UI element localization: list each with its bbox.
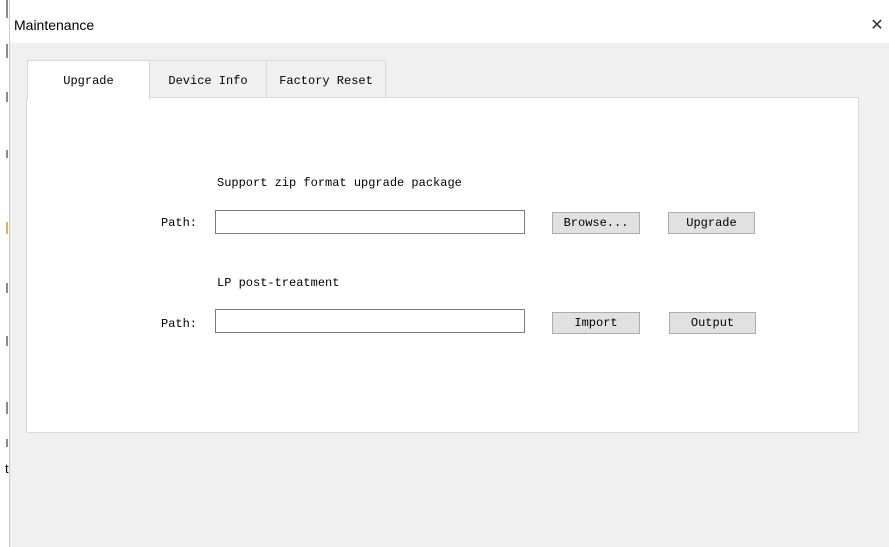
- window-title: Maintenance: [14, 17, 95, 33]
- lp-path-input[interactable]: [215, 309, 525, 333]
- edge-mark: [6, 283, 8, 293]
- tab-upgrade[interactable]: Upgrade: [27, 60, 150, 99]
- maintenance-dialog: Maintenance ✕ Upgrade Device Info Factor…: [9, 0, 889, 547]
- title-bar: Maintenance ✕: [10, 0, 889, 43]
- import-button[interactable]: Import: [552, 312, 640, 334]
- tab-device-info[interactable]: Device Info: [149, 60, 267, 97]
- upgrade-path-label: Path:: [161, 216, 198, 230]
- edge-mark: [6, 402, 8, 414]
- upgrade-path-input[interactable]: [215, 210, 525, 234]
- output-button[interactable]: Output: [669, 312, 756, 334]
- edge-mark: [6, 150, 8, 158]
- tab-factory-reset[interactable]: Factory Reset: [266, 60, 386, 97]
- lp-description: LP post-treatment: [217, 276, 340, 290]
- edge-mark: [6, 336, 8, 346]
- edge-mark: [6, 0, 8, 18]
- edge-mark: [6, 439, 8, 447]
- lp-path-label: Path:: [161, 317, 198, 331]
- upgrade-button[interactable]: Upgrade: [668, 212, 755, 234]
- upgrade-tab-panel: Support zip format upgrade package Path:…: [26, 97, 859, 433]
- edge-mark: [6, 222, 8, 234]
- edge-mark: [6, 44, 8, 58]
- upgrade-description: Support zip format upgrade package: [217, 176, 462, 190]
- close-icon[interactable]: ✕: [865, 13, 889, 37]
- browse-button[interactable]: Browse...: [552, 212, 640, 234]
- edge-mark: [6, 92, 8, 102]
